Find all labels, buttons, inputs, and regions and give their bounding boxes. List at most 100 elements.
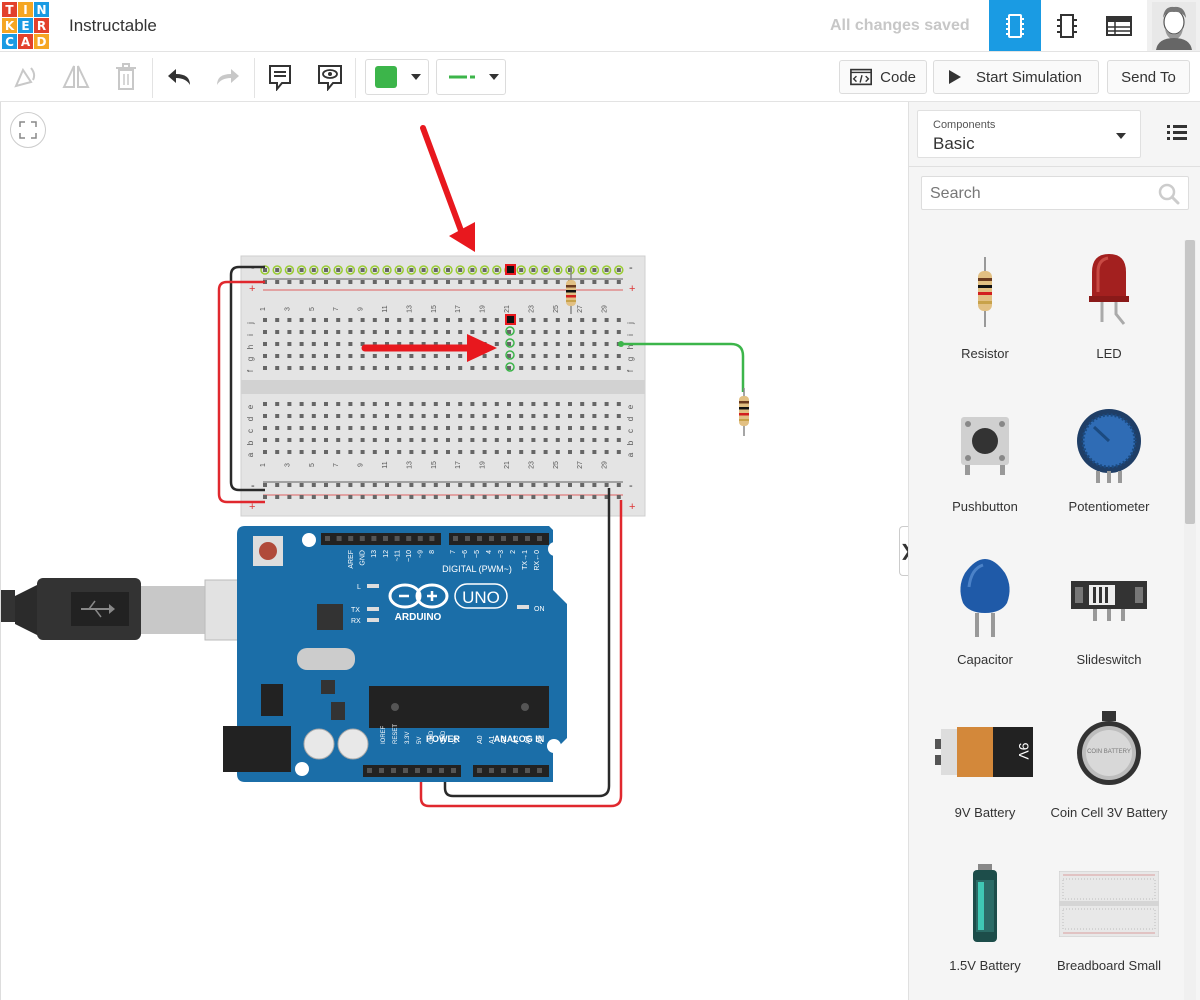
breadboard-hole[interactable] bbox=[275, 342, 280, 346]
breadboard-hole[interactable] bbox=[336, 318, 341, 322]
breadboard-hole[interactable] bbox=[458, 426, 463, 430]
breadboard-hole[interactable] bbox=[409, 483, 414, 487]
breadboard-hole[interactable] bbox=[446, 354, 450, 358]
breadboard-hole[interactable] bbox=[458, 318, 463, 322]
breadboard-hole[interactable] bbox=[372, 450, 377, 454]
breadboard-hole[interactable] bbox=[433, 330, 438, 334]
components-category-select[interactable]: Components Basic bbox=[917, 110, 1141, 158]
breadboard-hole[interactable] bbox=[446, 366, 450, 370]
breadboard-hole[interactable] bbox=[409, 330, 414, 334]
breadboard-hole[interactable] bbox=[616, 426, 621, 430]
breadboard-hole[interactable] bbox=[385, 354, 389, 358]
breadboard-hole[interactable] bbox=[470, 450, 475, 454]
breadboard-hole[interactable] bbox=[275, 318, 280, 322]
header-pin[interactable] bbox=[451, 768, 456, 773]
breadboard-hole[interactable] bbox=[580, 483, 585, 487]
breadboard-hole[interactable] bbox=[531, 414, 536, 418]
breadboard-hole[interactable] bbox=[421, 495, 426, 499]
breadboard-hole[interactable] bbox=[287, 268, 292, 272]
header-pin[interactable] bbox=[379, 768, 384, 773]
breadboard-hole[interactable] bbox=[311, 268, 316, 272]
breadboard-hole[interactable] bbox=[446, 495, 450, 499]
breadboard-hole[interactable] bbox=[446, 426, 450, 430]
breadboard-hole[interactable] bbox=[299, 268, 304, 272]
breadboard-hole[interactable] bbox=[580, 450, 585, 454]
breadboard-hole[interactable] bbox=[385, 268, 389, 272]
breadboard-hole[interactable] bbox=[470, 280, 475, 284]
breadboard-hole[interactable] bbox=[275, 330, 280, 334]
breadboard-hole[interactable] bbox=[433, 354, 438, 358]
breadboard-hole[interactable] bbox=[348, 402, 353, 406]
header-pin[interactable] bbox=[336, 536, 342, 541]
breadboard-hole[interactable] bbox=[348, 426, 353, 430]
breadboard-hole[interactable] bbox=[519, 268, 524, 272]
breadboard-hole[interactable] bbox=[568, 426, 572, 430]
breadboard-hole[interactable] bbox=[519, 342, 524, 346]
breadboard-hole[interactable] bbox=[299, 330, 304, 334]
breadboard-hole[interactable] bbox=[482, 402, 487, 406]
breadboard-hole[interactable] bbox=[348, 495, 353, 499]
breadboard-hole[interactable] bbox=[385, 402, 389, 406]
breadboard-hole[interactable] bbox=[360, 402, 365, 406]
breadboard-hole[interactable] bbox=[458, 268, 463, 272]
breadboard-hole[interactable] bbox=[421, 414, 426, 418]
breadboard-hole[interactable] bbox=[604, 402, 609, 406]
breadboard-hole[interactable] bbox=[604, 438, 609, 442]
breadboard-hole[interactable] bbox=[348, 438, 353, 442]
breadboard[interactable]: - + - + - + - + 113355779911111313151517… bbox=[240, 255, 646, 517]
breadboard-hole[interactable] bbox=[616, 438, 621, 442]
breadboard-hole[interactable] bbox=[385, 450, 389, 454]
breadboard-hole[interactable] bbox=[263, 354, 267, 358]
breadboard-hole[interactable] bbox=[616, 330, 621, 334]
breadboard-hole[interactable] bbox=[299, 318, 304, 322]
header-pin[interactable] bbox=[453, 536, 458, 541]
panel-scrollbar-thumb[interactable] bbox=[1185, 240, 1195, 524]
breadboard-hole[interactable] bbox=[616, 414, 621, 418]
breadboard-hole[interactable] bbox=[397, 330, 402, 334]
breadboard-hole[interactable] bbox=[531, 450, 536, 454]
breadboard-hole[interactable] bbox=[360, 354, 365, 358]
breadboard-hole[interactable] bbox=[397, 450, 402, 454]
breadboard-hole[interactable] bbox=[360, 330, 365, 334]
breadboard-hole[interactable] bbox=[568, 495, 572, 499]
breadboard-hole[interactable] bbox=[555, 280, 560, 284]
breadboard-hole[interactable] bbox=[592, 366, 597, 370]
breadboard-hole[interactable] bbox=[299, 280, 304, 284]
breadboard-hole[interactable] bbox=[519, 330, 524, 334]
header-pin[interactable] bbox=[406, 536, 412, 541]
breadboard-hole[interactable] bbox=[494, 330, 499, 334]
breadboard-hole[interactable] bbox=[555, 402, 560, 406]
redo-button[interactable] bbox=[210, 60, 246, 94]
breadboard-hole[interactable] bbox=[580, 330, 585, 334]
header-pin[interactable] bbox=[394, 536, 400, 541]
breadboard-hole[interactable] bbox=[324, 354, 328, 358]
breadboard-hole[interactable] bbox=[360, 483, 365, 487]
breadboard-hole[interactable] bbox=[543, 495, 548, 499]
breadboard-hole[interactable] bbox=[336, 483, 341, 487]
breadboard-hole[interactable] bbox=[531, 366, 536, 370]
breadboard-hole[interactable] bbox=[263, 342, 267, 346]
breadboard-hole[interactable] bbox=[592, 330, 597, 334]
breadboard-hole[interactable] bbox=[482, 280, 487, 284]
header-pin[interactable] bbox=[325, 536, 330, 541]
header-pin[interactable] bbox=[525, 768, 530, 773]
component-coin-cell-battery[interactable]: COIN BATTERY Coin Cell 3V Battery bbox=[1047, 701, 1171, 851]
breadboard-hole[interactable] bbox=[616, 268, 621, 272]
breadboard-hole[interactable] bbox=[311, 483, 316, 487]
breadboard-hole[interactable] bbox=[543, 280, 548, 284]
breadboard-hole[interactable] bbox=[555, 342, 560, 346]
breadboard-hole[interactable] bbox=[482, 268, 487, 272]
breadboard-hole[interactable] bbox=[507, 495, 511, 499]
breadboard-hole[interactable] bbox=[543, 450, 548, 454]
breadboard-hole[interactable] bbox=[263, 366, 267, 370]
breadboard-hole[interactable] bbox=[287, 330, 292, 334]
breadboard-hole[interactable] bbox=[604, 483, 609, 487]
breadboard-hole[interactable] bbox=[299, 438, 304, 442]
breadboard-hole[interactable] bbox=[287, 438, 292, 442]
breadboard-hole[interactable] bbox=[348, 366, 353, 370]
breadboard-hole[interactable] bbox=[446, 318, 450, 322]
breadboard-hole[interactable] bbox=[287, 402, 292, 406]
breadboard-hole[interactable] bbox=[519, 414, 524, 418]
breadboard-hole[interactable] bbox=[360, 495, 365, 499]
breadboard-hole[interactable] bbox=[275, 280, 280, 284]
